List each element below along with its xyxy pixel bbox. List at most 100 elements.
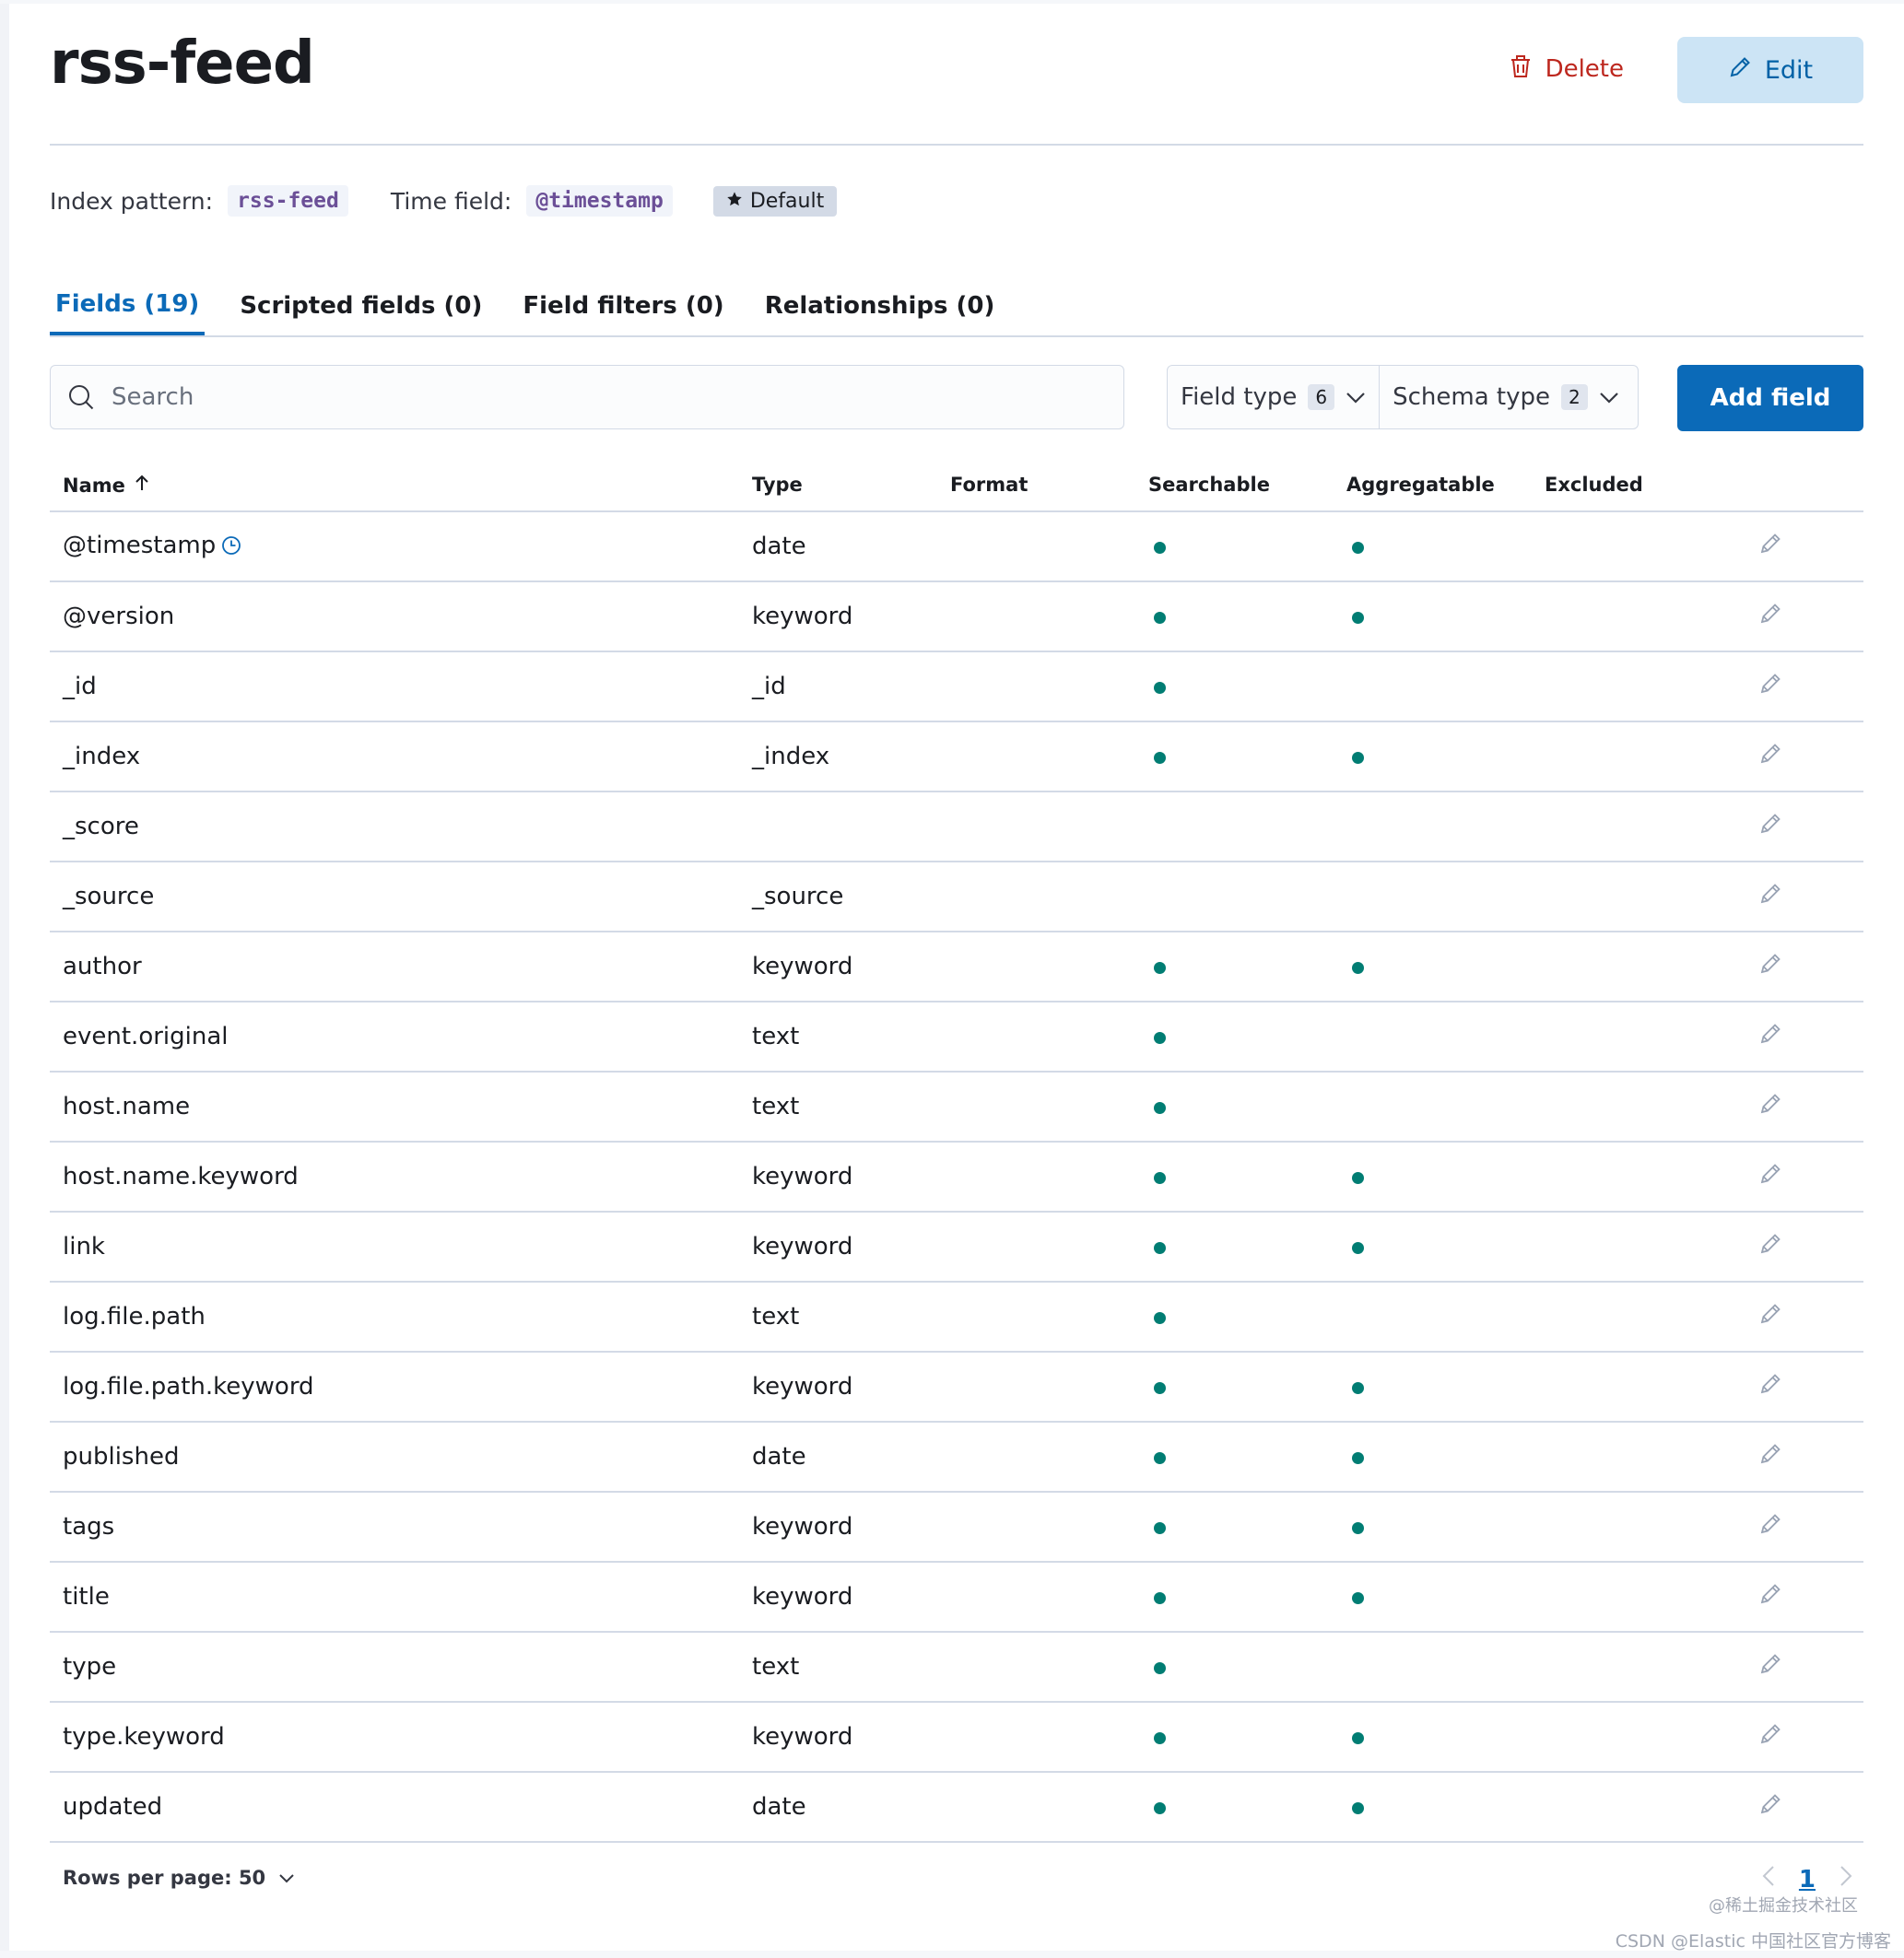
tab-relationships[interactable]: Relationships (0) bbox=[759, 276, 1001, 335]
field-searchable bbox=[1135, 1632, 1334, 1703]
field-type: keyword bbox=[739, 1212, 937, 1283]
field-type-count: 6 bbox=[1308, 384, 1335, 410]
row-edit-button[interactable] bbox=[1730, 1422, 1863, 1493]
check-dot bbox=[1352, 1452, 1364, 1464]
field-type: _index bbox=[739, 721, 937, 792]
page-number-1[interactable]: 1 bbox=[1799, 1866, 1816, 1894]
field-searchable bbox=[1135, 862, 1334, 932]
field-excluded bbox=[1532, 1422, 1730, 1493]
field-name: _score bbox=[50, 791, 739, 862]
row-edit-button[interactable] bbox=[1730, 1632, 1863, 1703]
pencil-icon bbox=[1758, 1093, 1782, 1122]
field-searchable bbox=[1135, 721, 1334, 792]
field-type-label: Field type bbox=[1181, 383, 1298, 411]
check-dot bbox=[1352, 752, 1364, 764]
table-row: @timestamp date bbox=[50, 511, 1863, 582]
pencil-icon bbox=[1758, 743, 1782, 772]
row-edit-button[interactable] bbox=[1730, 1562, 1863, 1633]
clock-icon bbox=[221, 534, 241, 562]
field-excluded bbox=[1532, 1212, 1730, 1283]
tab-fields[interactable]: Fields (19) bbox=[50, 276, 206, 335]
field-name: @version bbox=[50, 581, 739, 652]
row-edit-button[interactable] bbox=[1730, 932, 1863, 1002]
field-type: keyword bbox=[739, 1142, 937, 1213]
column-header-actions bbox=[1730, 459, 1863, 512]
row-edit-button[interactable] bbox=[1730, 1702, 1863, 1773]
field-format bbox=[937, 1002, 1135, 1073]
field-format bbox=[937, 1422, 1135, 1493]
schema-type-filter[interactable]: Schema type 2 bbox=[1379, 366, 1632, 428]
next-page-icon[interactable] bbox=[1839, 1865, 1852, 1894]
check-dot bbox=[1352, 612, 1364, 624]
field-searchable bbox=[1135, 1282, 1334, 1353]
pagination: 1 bbox=[1762, 1865, 1852, 1894]
pencil-icon bbox=[1758, 603, 1782, 632]
check-dot bbox=[1154, 1452, 1166, 1464]
row-edit-button[interactable] bbox=[1730, 581, 1863, 652]
filter-group: Field type 6 Schema type 2 bbox=[1167, 365, 1639, 429]
row-edit-button[interactable] bbox=[1730, 1002, 1863, 1073]
fields-table: Name Type Format Searchable Aggregatable… bbox=[50, 459, 1863, 1843]
row-edit-button[interactable] bbox=[1730, 1212, 1863, 1283]
field-excluded bbox=[1532, 1072, 1730, 1143]
table-row: _index _index bbox=[50, 721, 1863, 792]
field-excluded bbox=[1532, 1352, 1730, 1423]
field-format bbox=[937, 1492, 1135, 1563]
check-dot bbox=[1352, 1522, 1364, 1534]
field-type bbox=[739, 791, 937, 862]
table-row: _score bbox=[50, 791, 1863, 862]
column-header-aggregatable[interactable]: Aggregatable bbox=[1334, 459, 1532, 512]
row-edit-button[interactable] bbox=[1730, 1772, 1863, 1843]
pencil-icon bbox=[1758, 813, 1782, 842]
delete-button[interactable]: Delete bbox=[1503, 39, 1629, 100]
field-name: _id bbox=[50, 651, 739, 722]
time-field-value: @timestamp bbox=[526, 185, 673, 217]
tab-bar: Fields (19) Scripted fields (0) Field fi… bbox=[50, 276, 1863, 337]
field-name: host.name bbox=[50, 1072, 739, 1143]
add-field-button[interactable]: Add field bbox=[1677, 365, 1863, 431]
watermark-csdn: CSDN @Elastic 中国社区官方博客 bbox=[1615, 1931, 1891, 1952]
search-icon bbox=[67, 383, 95, 411]
check-dot bbox=[1352, 1732, 1364, 1744]
field-name: author bbox=[50, 932, 739, 1002]
pencil-icon bbox=[1758, 1023, 1782, 1052]
tab-scripted-fields[interactable]: Scripted fields (0) bbox=[234, 276, 488, 335]
check-dot bbox=[1154, 1382, 1166, 1394]
field-excluded bbox=[1532, 1632, 1730, 1703]
field-searchable bbox=[1135, 581, 1334, 652]
column-header-type[interactable]: Type bbox=[739, 459, 937, 512]
field-format bbox=[937, 511, 1135, 582]
field-excluded bbox=[1532, 581, 1730, 652]
row-edit-button[interactable] bbox=[1730, 791, 1863, 862]
column-header-format[interactable]: Format bbox=[937, 459, 1135, 512]
search-input[interactable] bbox=[110, 382, 1072, 412]
row-edit-button[interactable] bbox=[1730, 511, 1863, 582]
edit-button[interactable]: Edit bbox=[1677, 37, 1863, 103]
previous-page-icon[interactable] bbox=[1762, 1865, 1775, 1894]
field-type-filter[interactable]: Field type 6 bbox=[1168, 366, 1379, 428]
row-edit-button[interactable] bbox=[1730, 1142, 1863, 1213]
row-edit-button[interactable] bbox=[1730, 1352, 1863, 1423]
row-edit-button[interactable] bbox=[1730, 1072, 1863, 1143]
rows-per-page-selector[interactable]: Rows per page: 50 bbox=[63, 1867, 295, 1889]
row-edit-button[interactable] bbox=[1730, 1282, 1863, 1353]
field-type: text bbox=[739, 1632, 937, 1703]
field-format bbox=[937, 721, 1135, 792]
pencil-icon bbox=[1758, 1653, 1782, 1682]
row-edit-button[interactable] bbox=[1730, 1492, 1863, 1563]
row-edit-button[interactable] bbox=[1730, 651, 1863, 722]
table-row: host.name text bbox=[50, 1072, 1863, 1143]
check-dot bbox=[1154, 1242, 1166, 1254]
field-name: log.file.path.keyword bbox=[50, 1352, 739, 1423]
column-header-name[interactable]: Name bbox=[50, 459, 739, 512]
star-icon bbox=[726, 190, 743, 213]
row-edit-button[interactable] bbox=[1730, 721, 1863, 792]
field-format bbox=[937, 1562, 1135, 1633]
field-aggregatable bbox=[1334, 1142, 1532, 1213]
row-edit-button[interactable] bbox=[1730, 862, 1863, 932]
tab-field-filters[interactable]: Field filters (0) bbox=[517, 276, 729, 335]
table-row: @version keyword bbox=[50, 581, 1863, 652]
column-header-excluded[interactable]: Excluded bbox=[1532, 459, 1730, 512]
column-header-searchable[interactable]: Searchable bbox=[1135, 459, 1334, 512]
pencil-icon bbox=[1758, 1513, 1782, 1542]
